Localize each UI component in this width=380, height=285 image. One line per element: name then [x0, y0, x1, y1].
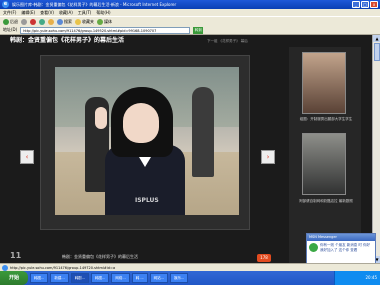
page-title: 韩剧：金贤重偏包《花样男子》的幕后生活 [10, 37, 125, 44]
comment-counter[interactable]: 178 [257, 254, 271, 262]
menu-edit[interactable]: 编辑(E) [21, 9, 35, 16]
taskbar-item[interactable]: 韩图... [30, 273, 49, 283]
menu-tools[interactable]: 工具(T) [78, 9, 92, 16]
stop-button[interactable] [30, 18, 36, 25]
toolbar: 后退 搜索 收藏夹 媒体 [0, 16, 380, 26]
related-thumb-1[interactable] [302, 52, 346, 114]
scroll-thumb[interactable] [374, 43, 380, 61]
back-button[interactable]: 后退 [3, 18, 18, 25]
taskbar-item[interactable]: 韩 ... [131, 273, 148, 283]
related-panel: 组图：开制服秀出腿部大学生学生 阿部健自制网和奶酪店拉 最新剧照 [289, 47, 361, 263]
forward-arrow-icon [21, 18, 27, 25]
prev-photo-button[interactable]: ‹ [20, 150, 34, 164]
msn-buddy-icon [309, 243, 318, 252]
main-photo[interactable]: ISPLUS [55, 67, 239, 215]
clock: 20:45 [365, 275, 377, 280]
page-viewport: 韩剧：金贤重偏包《花样男子》的幕后生活 下一组 《花样男子》 幕后 ISPLUS… [0, 35, 372, 263]
stop-icon [30, 18, 36, 25]
status-bar: http://pic.yule.sohu.com/911476/group-14… [0, 263, 380, 271]
taskbar-item[interactable]: 网络... [111, 273, 130, 283]
media-icon [97, 18, 103, 25]
ie-icon: e [2, 1, 9, 8]
menu-view[interactable]: 查看(V) [40, 9, 54, 16]
photo-person-right [192, 87, 214, 177]
refresh-button[interactable] [39, 18, 45, 25]
favorites-button[interactable]: 收藏夹 [75, 18, 94, 25]
go-button[interactable]: 转到 [193, 26, 204, 34]
vertical-scrollbar[interactable]: ▲ ▼ [372, 35, 380, 263]
menu-file[interactable]: 文件(F) [3, 9, 16, 16]
menu-bar: 文件(F) 编辑(E) 查看(V) 收藏(A) 工具(T) 帮助(H) [0, 9, 380, 16]
taskbar: 开始 韩图... 新建... 韩剧... 韩图... 网络... 韩 ... 网… [0, 271, 380, 285]
page-number: 11 [10, 251, 22, 260]
taskbar-item[interactable]: 网站... [149, 273, 169, 283]
next-photo-button[interactable]: › [261, 150, 275, 164]
ie-window: e 娱乐图片库-韩剧：金贤重偏包《花样男子》的幕后生活-新浪 - Microso… [0, 0, 380, 285]
back-arrow-icon [3, 18, 9, 25]
photo-girl-face [123, 103, 159, 143]
address-label: 地址(D) [3, 27, 18, 32]
start-button[interactable]: 开始 [0, 271, 28, 285]
search-button[interactable]: 搜索 [57, 18, 72, 25]
title-bar: e 娱乐图片库-韩剧：金贤重偏包《花样男子》的幕后生活-新浪 - Microso… [0, 0, 380, 9]
related-caption-2[interactable]: 阿部健自制网和奶酪店拉 最新剧照 [291, 199, 361, 204]
scroll-up-icon[interactable]: ▲ [373, 35, 380, 42]
close-button[interactable]: x [370, 1, 378, 8]
related-thumb-2[interactable] [302, 133, 346, 195]
window-title: 娱乐图片库-韩剧：金贤重偏包《花样男子》的幕后生活-新浪 - Microsoft… [12, 2, 177, 7]
msn-title: MSN Messenger [307, 234, 375, 241]
taskbar-item[interactable]: 新建... [50, 273, 69, 283]
home-icon [48, 18, 54, 25]
photo-caption: 韩剧：金贤重偏包《花样男子》的幕后生活 [62, 254, 138, 259]
top-links[interactable]: 下一组 《花样男子》 幕后 [207, 39, 248, 44]
status-text: http://pic.yule.sohu.com/911476/group-14… [10, 266, 116, 270]
refresh-icon [39, 18, 45, 25]
related-caption-1[interactable]: 组图：开制服秀出腿部大学生学生 [291, 117, 361, 122]
media-button[interactable]: 媒体 [97, 18, 112, 25]
taskbar-item[interactable]: 韩图... [91, 273, 110, 283]
maximize-button[interactable]: □ [361, 1, 369, 8]
address-bar: 地址(D) http://pic.yule.sohu.com/911476/gr… [0, 26, 380, 35]
msn-message[interactable]: 你有一则 个朋友 新消息 时 你好我好加入了 这个你 查看 [320, 243, 373, 253]
star-icon [75, 18, 81, 25]
menu-help[interactable]: 帮助(H) [96, 9, 110, 16]
search-icon [57, 18, 63, 25]
taskbar-item[interactable]: 娱乐... [170, 273, 189, 283]
home-button[interactable] [48, 18, 54, 25]
minimize-button[interactable]: _ [352, 1, 360, 8]
photo-peace-hand [95, 107, 107, 129]
photo-watermark: ISPLUS [135, 197, 159, 204]
system-tray: 20:45 [334, 271, 380, 285]
address-input[interactable]: http://pic.yule.sohu.com/911476/group-14… [20, 26, 191, 34]
photo-gallery: ISPLUS [40, 55, 250, 230]
menu-favorites[interactable]: 收藏(A) [59, 9, 73, 16]
forward-button[interactable] [21, 18, 27, 25]
taskbar-item[interactable]: 韩剧... [70, 273, 90, 283]
